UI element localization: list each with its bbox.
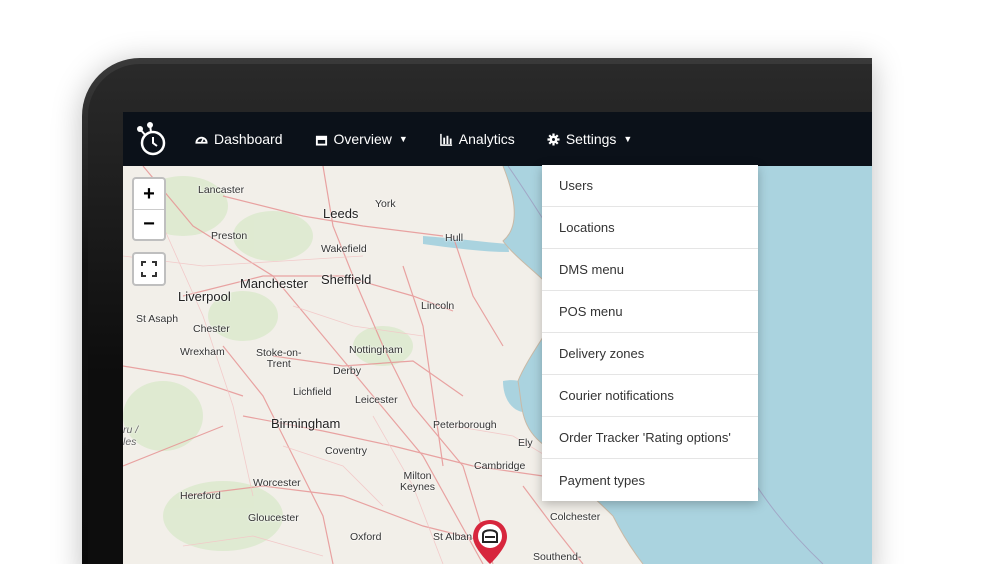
caret-down-icon: ▼ (398, 134, 408, 144)
city-label: York (375, 198, 396, 210)
city-label: Gloucester (248, 512, 299, 524)
menu-item-order-tracker-rating-options[interactable]: Order Tracker 'Rating options' (542, 417, 758, 459)
city-label: Cambridge (474, 460, 526, 472)
city-label: Nottingham (349, 344, 403, 356)
nav-overview-label: Overview (333, 131, 392, 147)
box-icon (315, 135, 327, 146)
map-canvas (123, 166, 872, 564)
city-label: St Alban (433, 531, 473, 543)
city-label: Milton Keynes (400, 470, 436, 493)
store-pin-icon[interactable] (471, 518, 509, 564)
city-label: St Asaph (136, 313, 179, 325)
city-label: Wakefield (321, 243, 367, 255)
city-label: Wrexham (180, 346, 225, 358)
city-label: Preston (211, 230, 248, 242)
menu-item-users[interactable]: Users (542, 165, 758, 207)
city-label: Oxford (350, 531, 382, 543)
map[interactable]: Lancaster Leeds York Preston Hull Wakefi… (123, 166, 872, 564)
city-label: Leicester (355, 394, 398, 406)
menu-item-delivery-zones[interactable]: Delivery zones (542, 333, 758, 375)
city-label: Hull (445, 232, 464, 244)
stopwatch-logo-icon[interactable] (131, 119, 171, 159)
nav-analytics-label: Analytics (458, 131, 515, 147)
city-label: Hereford (180, 490, 221, 502)
caret-down-icon: ▼ (623, 134, 633, 144)
menu-item-pos-menu[interactable]: POS menu (542, 291, 758, 333)
nav-settings-label: Settings (565, 131, 617, 147)
city-label: Lancaster (198, 184, 245, 196)
menu-item-locations[interactable]: Locations (542, 207, 758, 249)
zoom-control: + − (132, 177, 166, 241)
city-label: Lichfield (293, 386, 332, 398)
city-label: Derby (333, 365, 362, 377)
settings-dropdown-menu: Users Locations DMS menu POS menu Delive… (542, 165, 758, 501)
menu-item-dms-menu[interactable]: DMS menu (542, 249, 758, 291)
city-label: Peterborough (433, 419, 497, 431)
city-label: Chester (193, 323, 230, 335)
nav-settings[interactable]: Settings ▼ (547, 131, 633, 147)
region-label: les (123, 436, 137, 448)
bar-chart-icon (439, 133, 452, 146)
city-label: Coventry (325, 445, 368, 457)
menu-item-payment-types[interactable]: Payment types (542, 459, 758, 501)
city-label: Sheffield (321, 272, 372, 287)
city-label: Lincoln (421, 300, 455, 312)
top-navbar: Dashboard Overview ▼ Analytics Settings … (123, 112, 872, 166)
menu-item-courier-notifications[interactable]: Courier notifications (542, 375, 758, 417)
region-label: ru / (123, 424, 139, 436)
city-label: Southend- (533, 551, 582, 563)
city-label: Birmingham (271, 416, 341, 431)
city-label: Manchester (240, 276, 308, 291)
nav-dashboard-label: Dashboard (214, 131, 283, 147)
city-label: Worcester (253, 477, 301, 489)
gauge-icon (195, 136, 208, 144)
gear-icon (547, 132, 560, 146)
city-label: Leeds (323, 206, 359, 221)
fullscreen-icon (141, 261, 157, 277)
zoom-out-button[interactable]: − (134, 209, 164, 239)
app-screen: Lancaster Leeds York Preston Hull Wakefi… (123, 112, 872, 564)
city-label: Stoke-on- Trent (256, 347, 302, 370)
nav-analytics[interactable]: Analytics (439, 131, 515, 147)
nav-overview[interactable]: Overview ▼ (315, 131, 408, 147)
city-label: Colchester (550, 511, 601, 523)
city-label: Ely (518, 437, 533, 449)
city-label: Liverpool (178, 289, 231, 304)
zoom-in-button[interactable]: + (134, 179, 164, 209)
fullscreen-button[interactable] (132, 252, 166, 286)
nav-dashboard[interactable]: Dashboard (195, 131, 283, 147)
